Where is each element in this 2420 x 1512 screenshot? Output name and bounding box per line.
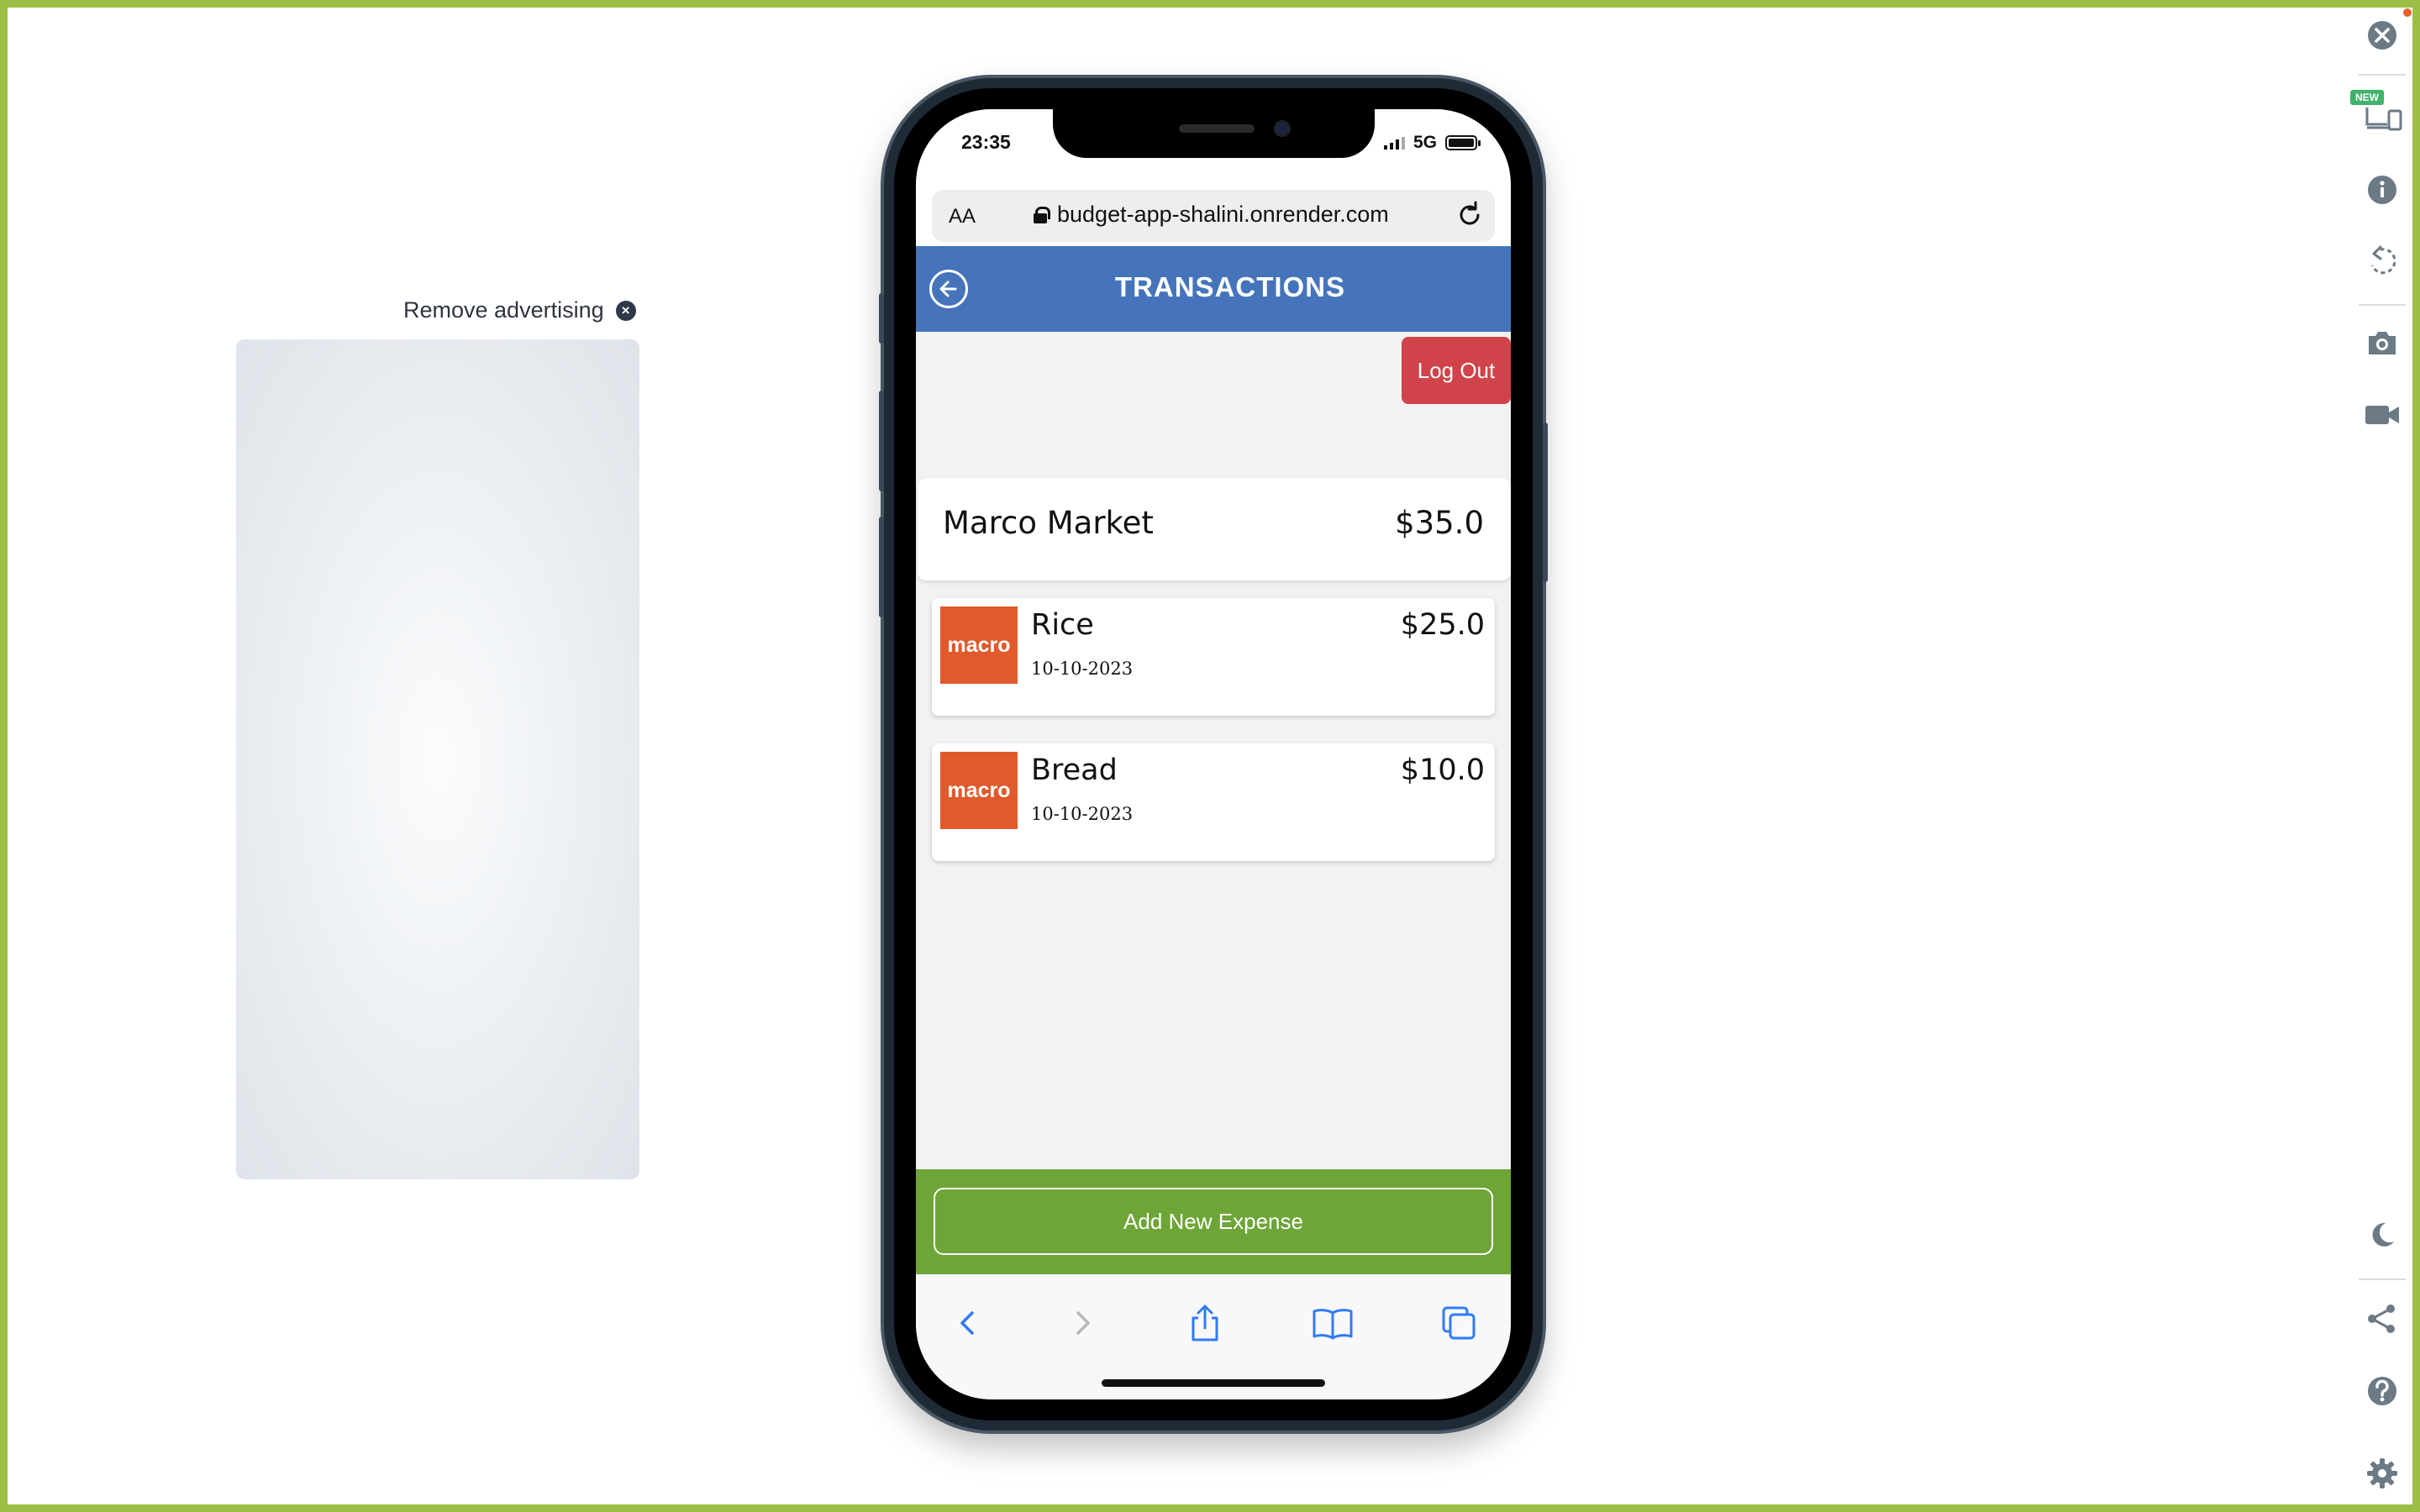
browser-back-icon[interactable] [943, 1298, 993, 1348]
speaker-grille [1179, 124, 1255, 133]
page-title: TRANSACTIONS [1114, 271, 1346, 302]
share-network-icon[interactable] [2357, 1295, 2407, 1342]
transaction-item[interactable]: macro Rice $25.0 10-10-2023 [932, 598, 1495, 716]
bookmarks-icon[interactable] [1307, 1298, 1358, 1348]
toolbar-divider [2359, 74, 2406, 76]
advertisement-placeholder [236, 339, 639, 1179]
volume-up-button [879, 391, 884, 491]
battery-icon [1445, 135, 1481, 150]
transaction-name: Bread [1031, 753, 1118, 787]
help-icon[interactable] [2357, 1368, 2407, 1415]
toolbar-divider [2359, 1278, 2406, 1280]
add-expense-button[interactable]: Add New Expense [934, 1188, 1493, 1255]
transaction-name: Rice [1031, 608, 1094, 642]
remove-advertising-link[interactable]: Remove advertising × [403, 297, 636, 323]
phone-notch [1053, 109, 1375, 158]
reload-icon[interactable] [1455, 200, 1485, 234]
signal-icon [1383, 136, 1405, 150]
transaction-date: 10-10-2023 [1031, 804, 1134, 824]
url-display[interactable]: budget-app-shalini.onrender.com [1034, 202, 1389, 228]
right-toolbar [2357, 0, 2407, 1512]
video-icon[interactable] [2357, 391, 2407, 438]
address-bar[interactable]: AA budget-app-shalini.onrender.com [932, 190, 1495, 242]
app-footer: Add New Expense [916, 1169, 1511, 1274]
camera-icon[interactable] [2357, 319, 2407, 366]
mute-switch [879, 293, 884, 344]
category-name: Marco Market [943, 505, 1154, 541]
transaction-date: 10-10-2023 [1031, 659, 1134, 679]
power-button [1543, 423, 1548, 582]
lock-icon [1034, 206, 1050, 223]
transaction-amount: $10.0 [1400, 753, 1485, 787]
volume-down-button [879, 517, 884, 617]
close-circle-icon[interactable]: × [615, 300, 636, 321]
category-card: Marco Market $35.0 [918, 478, 1511, 580]
browser-forward-icon[interactable] [1057, 1298, 1107, 1348]
tabs-icon[interactable] [1434, 1298, 1484, 1348]
remove-advertising-label: Remove advertising [403, 297, 604, 323]
phone-screen: 23:35 5G AA budget-app-shalini.onrender.… [916, 109, 1511, 1399]
transaction-amount: $25.0 [1400, 608, 1485, 642]
status-time: 23:35 [961, 131, 1011, 153]
share-icon[interactable] [1180, 1298, 1230, 1348]
status-indicators: 5G [1383, 133, 1481, 153]
logout-button[interactable]: Log Out [1402, 337, 1511, 404]
category-logo: macro [940, 606, 1018, 684]
network-label: 5G [1413, 133, 1437, 152]
moon-icon[interactable] [2357, 1211, 2407, 1258]
home-indicator [1102, 1379, 1325, 1387]
transaction-item[interactable]: macro Bread $10.0 10-10-2023 [932, 743, 1495, 861]
info-icon[interactable] [2357, 166, 2407, 213]
category-logo: macro [940, 752, 1018, 829]
new-badge: NEW [2350, 90, 2384, 105]
gear-icon[interactable] [2357, 1450, 2407, 1497]
toolbar-divider [2359, 304, 2406, 306]
front-camera [1274, 120, 1291, 137]
category-total: $35.0 [1395, 505, 1484, 541]
app-header: TRANSACTIONS [916, 246, 1511, 332]
close-icon[interactable] [2357, 12, 2407, 59]
url-text: budget-app-shalini.onrender.com [1057, 202, 1389, 227]
text-size-button[interactable]: AA [949, 205, 976, 228]
rotate-icon[interactable] [2357, 237, 2407, 284]
